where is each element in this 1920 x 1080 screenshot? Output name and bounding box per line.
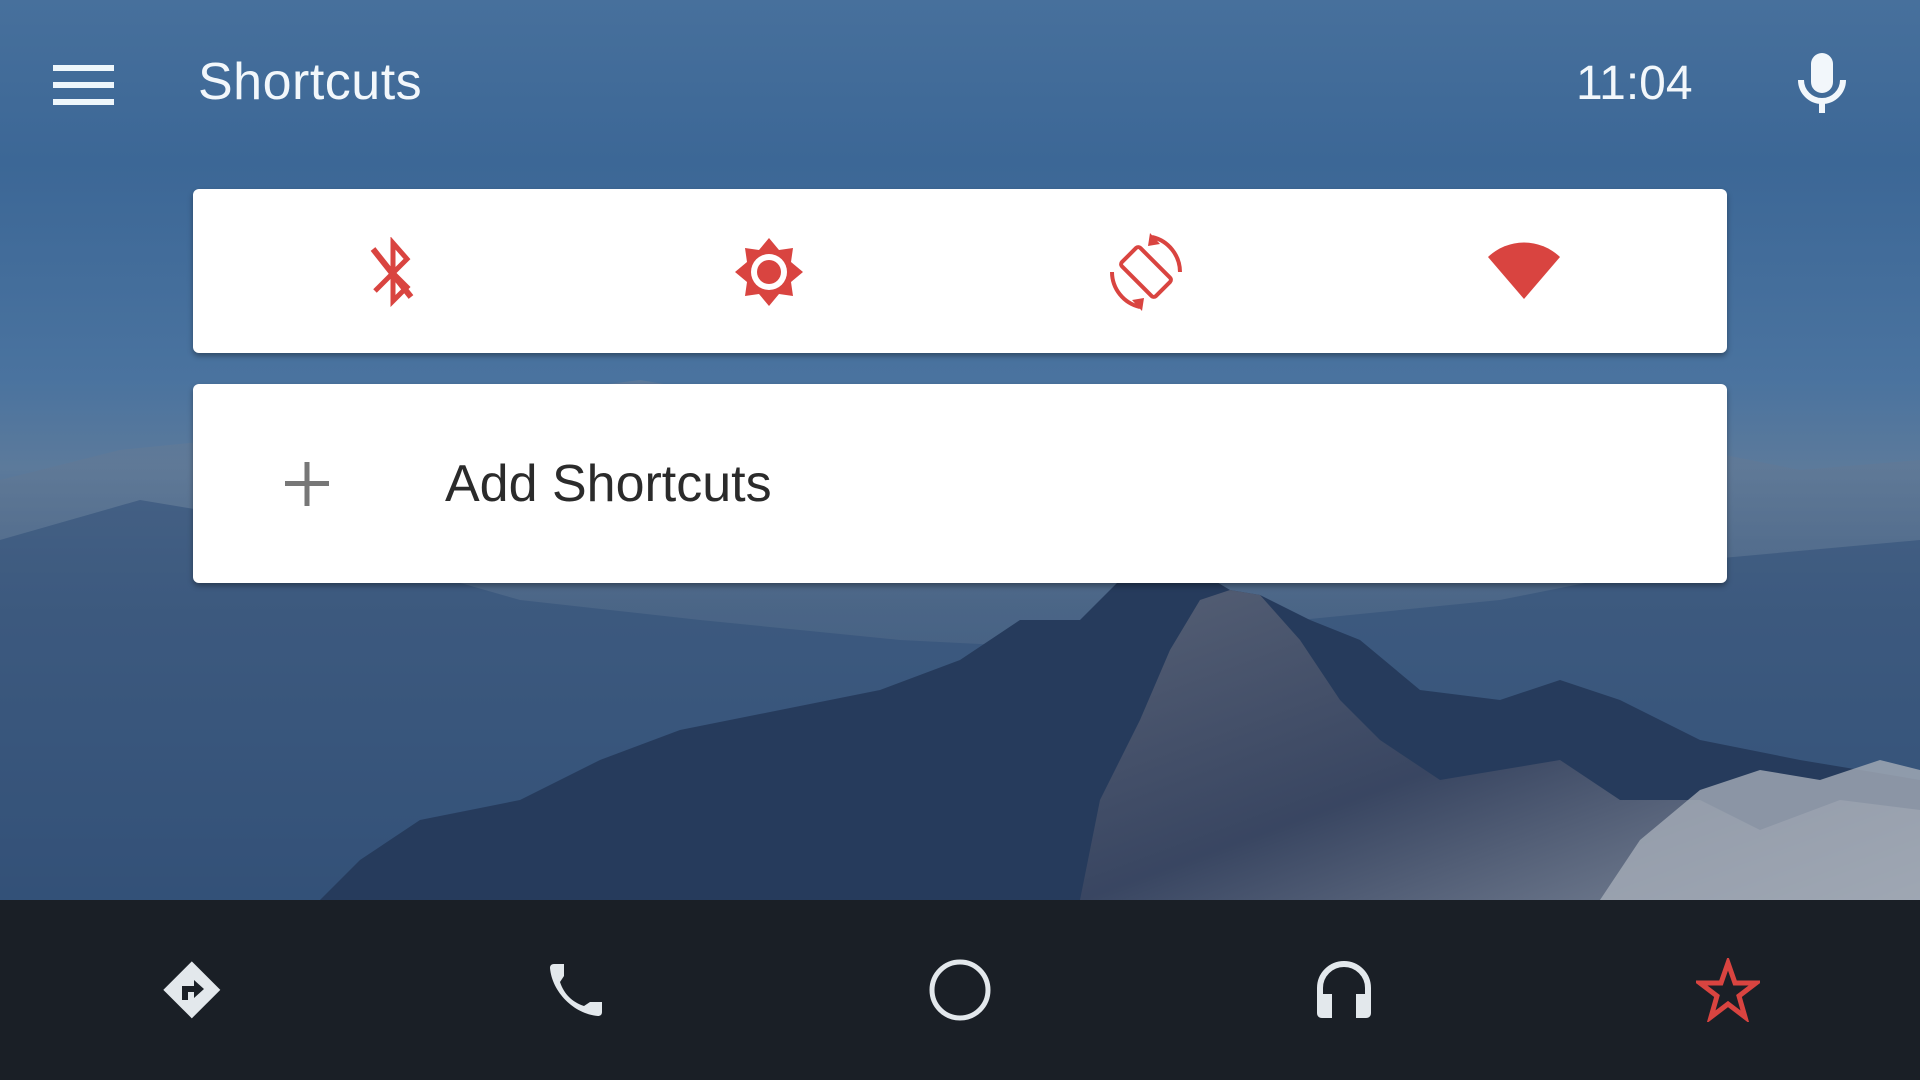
bluetooth-disabled-icon (370, 237, 414, 307)
directions-icon (163, 961, 221, 1019)
star-icon (1696, 958, 1760, 1022)
bottom-nav-bar (0, 900, 1920, 1080)
clock: 11:04 (1576, 57, 1693, 110)
nav-phone-button[interactable] (531, 950, 621, 1030)
microphone-icon (1798, 53, 1846, 113)
wifi-toggle[interactable] (1479, 227, 1569, 317)
plus-icon (285, 462, 329, 506)
voice-search-button[interactable] (1790, 48, 1854, 118)
phone-icon (550, 964, 602, 1016)
auto-rotate-toggle[interactable] (1101, 227, 1191, 317)
page-title: Shortcuts (198, 53, 423, 111)
nav-home-button[interactable] (915, 950, 1005, 1030)
menu-button[interactable] (40, 55, 130, 115)
nav-media-button[interactable] (1299, 950, 1389, 1030)
home-circle-icon (929, 959, 991, 1021)
wifi-signal-icon (1488, 242, 1560, 299)
bluetooth-toggle[interactable] (346, 227, 436, 317)
brightness-toggle[interactable] (724, 227, 814, 317)
nav-shortcuts-button[interactable] (1683, 950, 1773, 1030)
brightness-icon (735, 238, 803, 306)
app-bar: Shortcuts 11:04 (0, 0, 1920, 170)
screen-rotation-icon (1110, 233, 1182, 311)
nav-navigation-button[interactable] (147, 950, 237, 1030)
add-shortcuts-card[interactable]: Add Shortcuts (193, 384, 1727, 583)
headphones-icon (1317, 961, 1371, 1018)
add-shortcuts-label: Add Shortcuts (445, 455, 772, 513)
quick-settings-card (193, 189, 1727, 353)
